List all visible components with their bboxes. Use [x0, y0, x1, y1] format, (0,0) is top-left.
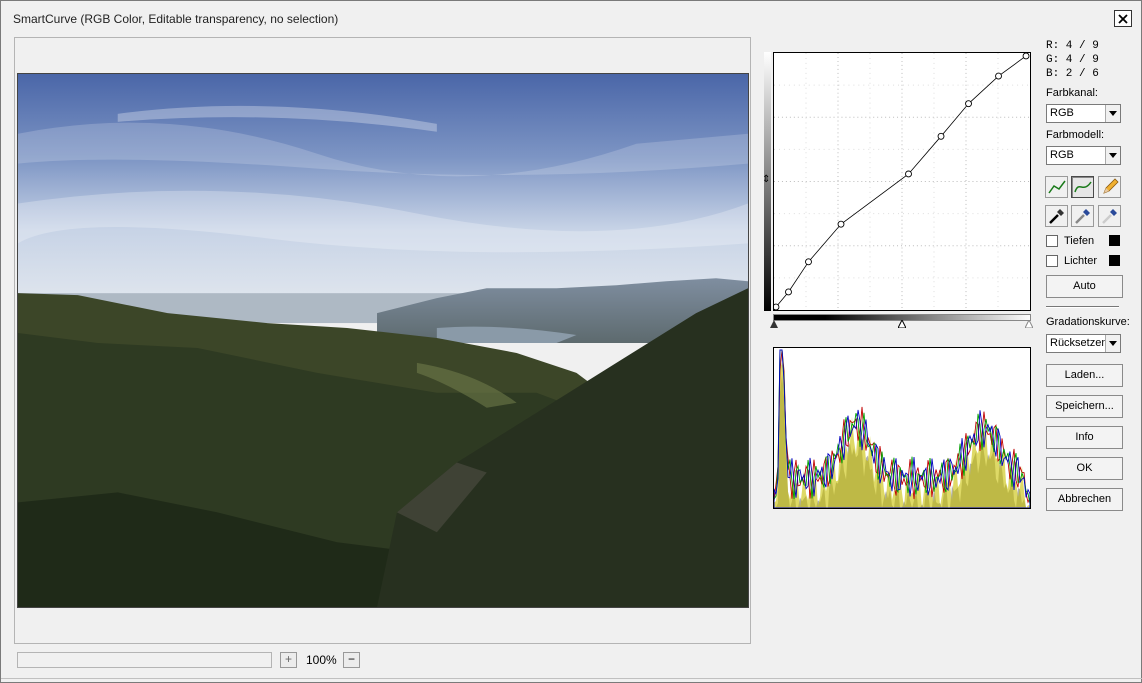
farbkanal-value: RGB — [1050, 107, 1074, 119]
progress-bar — [17, 652, 272, 668]
black-eyedropper-button[interactable] — [1045, 205, 1068, 227]
close-icon — [1118, 13, 1128, 24]
separator — [1046, 306, 1119, 308]
tiefen-checkbox[interactable] — [1046, 235, 1058, 247]
farbmodell-select[interactable]: RGB — [1046, 146, 1121, 165]
lichter-checkbox[interactable] — [1046, 255, 1058, 267]
curve-control-point[interactable] — [837, 220, 845, 228]
lichter-color-swatch[interactable] — [1109, 255, 1120, 266]
output-slider-handle[interactable]: ⇕ — [762, 175, 770, 185]
laden-button[interactable]: Laden... — [1046, 364, 1123, 387]
curve-control-point[interactable] — [965, 100, 972, 108]
abbrechen-button[interactable]: Abbrechen — [1046, 488, 1123, 511]
lichter-label: Lichter — [1064, 255, 1098, 267]
tiefen-label: Tiefen — [1064, 235, 1095, 247]
eyedropper-white-icon — [1101, 209, 1117, 224]
midpoint-slider-icon[interactable] — [898, 320, 906, 328]
title-bar: SmartCurve (RGB Color, Editable transpar… — [1, 1, 1141, 29]
readout-blue: B: 2 / 6 — [1046, 68, 1099, 80]
black-point-slider-icon[interactable] — [770, 320, 778, 328]
gradationskurve-value: Rücksetzen — [1050, 337, 1108, 349]
curve-control-point[interactable] — [774, 303, 780, 310]
farbmodell-value: RGB — [1050, 149, 1074, 161]
smartcurve-window: SmartCurve (RGB Color, Editable transpar… — [0, 0, 1142, 683]
farbmodell-label: Farbmodell: — [1046, 129, 1105, 141]
zoom-out-button[interactable]: − — [343, 652, 360, 668]
speichern-button[interactable]: Speichern... — [1046, 395, 1123, 418]
preview-image[interactable] — [17, 73, 749, 608]
polyline-icon — [1047, 180, 1066, 194]
farbkanal-label: Farbkanal: — [1046, 87, 1098, 99]
curve-control-point[interactable] — [995, 72, 1002, 80]
curve-control-point[interactable] — [805, 258, 812, 266]
pencil-icon — [1102, 178, 1119, 194]
window-bottom-edge — [1, 678, 1142, 683]
chevron-down-icon — [1105, 105, 1120, 122]
curve-grid — [774, 53, 1030, 310]
chevron-down-icon — [1105, 335, 1120, 352]
curve-control-point[interactable] — [937, 132, 945, 140]
readout-red: R: 4 / 9 — [1046, 40, 1099, 52]
farbkanal-select[interactable]: RGB — [1046, 104, 1121, 123]
zoom-level: 100% — [306, 653, 337, 667]
curve-control-point[interactable] — [1022, 53, 1030, 60]
window-title: SmartCurve (RGB Color, Editable transpar… — [13, 12, 339, 26]
smooth-curve-icon — [1073, 181, 1092, 193]
eyedropper-gray-icon — [1074, 209, 1090, 224]
curve-control-point[interactable] — [785, 288, 792, 296]
smooth-curve-tool-button[interactable] — [1071, 176, 1094, 198]
ok-button[interactable]: OK — [1046, 457, 1123, 480]
info-button[interactable]: Info — [1046, 426, 1123, 449]
tiefen-color-swatch[interactable] — [1109, 235, 1120, 246]
auto-button[interactable]: Auto — [1046, 275, 1123, 298]
white-eyedropper-button[interactable] — [1098, 205, 1121, 227]
curve-control-point[interactable] — [905, 170, 912, 178]
curve-editor[interactable] — [773, 52, 1031, 311]
gradationskurve-label: Gradationskurve: — [1046, 316, 1130, 328]
readout-green: G: 4 / 9 — [1046, 54, 1099, 66]
linear-curve-tool-button[interactable] — [1045, 176, 1068, 198]
gradationskurve-select[interactable]: Rücksetzen — [1046, 334, 1121, 353]
zoom-in-button[interactable]: + — [280, 652, 297, 668]
chevron-down-icon — [1105, 147, 1120, 164]
close-button[interactable] — [1114, 10, 1132, 27]
gray-eyedropper-button[interactable] — [1071, 205, 1094, 227]
white-point-slider-icon[interactable] — [1025, 320, 1033, 328]
eyedropper-black-icon — [1048, 209, 1064, 224]
histogram — [773, 347, 1031, 509]
pencil-tool-button[interactable] — [1098, 176, 1121, 198]
image-preview-frame — [14, 37, 751, 644]
